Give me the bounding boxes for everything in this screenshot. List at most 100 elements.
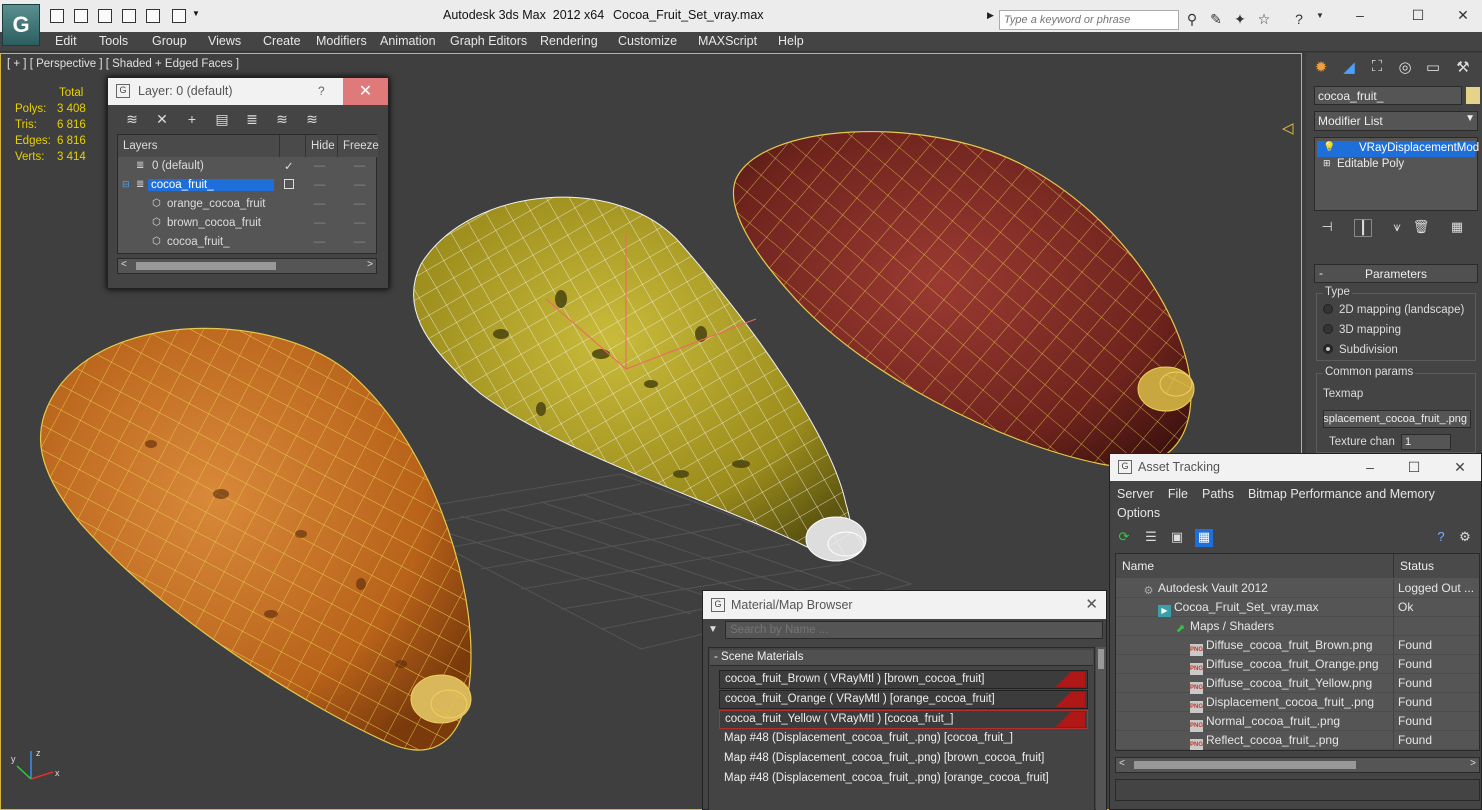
texmap-button[interactable]: Displacement_cocoa_fruit_.png) [1323,410,1471,428]
redo-icon[interactable] [146,9,160,23]
parameters-rollout-header[interactable]: - Parameters [1314,264,1478,283]
asset-row[interactable]: PNG Diffuse_cocoa_fruit_Brown.png Found [1116,636,1479,656]
display-tab-icon[interactable]: ▭ [1422,58,1444,80]
asset-close-button[interactable]: ✕ [1446,457,1474,477]
map-item[interactable]: Map #48 (Displacement_cocoa_fruit_.png) … [719,750,1088,769]
layers-column-header[interactable]: Layers [118,135,280,157]
scroll-thumb[interactable] [136,262,276,270]
menu-modifiers[interactable]: Modifiers [316,34,367,48]
modifier-stack-item[interactable]: ⊞ Editable Poly [1317,157,1475,173]
asset-row[interactable]: PNG Reflect_cocoa_fruit_.png Found [1116,731,1479,750]
material-close-button[interactable]: ✕ [1085,595,1098,613]
menu-graph-editors[interactable]: Graph Editors [450,34,527,48]
save-file-icon[interactable] [98,9,112,23]
status-column-header[interactable]: Status [1394,554,1479,578]
new-file-icon[interactable] [50,9,64,23]
scene-materials-group-header[interactable]: - Scene Materials [710,650,1093,666]
collapse-icon[interactable]: ⊟ [122,179,130,190]
menu-rendering[interactable]: Rendering [540,34,598,48]
search-input[interactable] [999,10,1179,30]
modifier-list-dropdown[interactable]: Modifier List ▼ [1314,111,1478,131]
quick-access-dropdown-icon[interactable]: ▼ [192,9,202,23]
app-logo-button[interactable]: G [2,4,40,46]
list-view-icon[interactable]: ☰ [1142,529,1160,547]
asset-dialog-title-bar[interactable]: G Asset Tracking – ☐ ✕ [1110,454,1481,481]
menu-maxscript[interactable]: MAXScript [698,34,757,48]
menu-customize[interactable]: Customize [618,34,677,48]
select-objects-icon[interactable]: ▤ [213,111,231,127]
name-column-header[interactable]: Name [1116,554,1394,578]
asset-row[interactable]: ⬈ Maps / Shaders [1116,617,1479,636]
refresh-icon[interactable]: ⟳ [1115,529,1133,547]
show-end-result-icon[interactable]: ┃ [1354,219,1372,237]
vault-settings-icon[interactable]: ⚙ [1456,529,1474,547]
asset-row[interactable]: PNG Diffuse_cocoa_fruit_Orange.png Found [1116,655,1479,675]
asset-horizontal-scrollbar[interactable]: < > [1115,757,1480,773]
tools-icon[interactable]: ✎ [1207,11,1225,29]
material-dialog-title-bar[interactable]: G Material/Map Browser ✕ [703,591,1106,619]
scroll-right-button[interactable]: > [367,259,373,270]
orange-cocoa-fruit[interactable] [39,327,472,751]
viewport-label[interactable]: [ + ] [ Perspective ] [ Shaded + Edged F… [7,58,239,70]
asset-menu-paths[interactable]: Paths [1202,487,1234,501]
layer-horizontal-scrollbar[interactable]: < > [117,258,377,274]
search-expand-icon[interactable]: ▶ [987,10,997,30]
minimize-button[interactable]: – [1345,4,1375,26]
radio-2d-mapping[interactable]: 2D mapping (landscape) [1323,304,1464,316]
asset-row[interactable]: PNG Normal_cocoa_fruit_.png Found [1116,712,1479,732]
scroll-thumb[interactable] [1134,761,1356,769]
utilities-tab-icon[interactable]: ⚒ [1452,58,1474,80]
modifier-stack-item[interactable]: 💡 VRayDisplacementMod [1317,141,1479,157]
material-item[interactable]: cocoa_fruit_Orange ( VRayMtl ) [orange_c… [719,690,1088,709]
asset-menu-options[interactable]: Options [1117,506,1160,520]
configure-modifier-sets-icon[interactable]: ▦ [1448,219,1466,237]
panel-collapse-arrow-icon[interactable] [1281,123,1294,135]
binoculars-icon[interactable]: ⚲ [1183,11,1201,29]
layer-object-row[interactable]: ⬡ cocoa_fruit_ — — [118,234,376,253]
make-active-icon[interactable] [284,179,294,189]
layer-close-button[interactable]: ✕ [343,78,388,105]
thumbnail-view-icon[interactable]: ▣ [1168,529,1186,547]
open-file-icon[interactable] [74,9,88,23]
close-button[interactable]: ✕ [1448,4,1478,26]
asset-menu-bitmap-performance[interactable]: Bitmap Performance and Memory [1248,487,1435,501]
browser-options-dropdown-icon[interactable]: ▼ [708,624,718,635]
menu-help[interactable]: Help [778,34,804,48]
radio-3d-mapping[interactable]: 3D mapping [1323,324,1401,336]
scroll-left-button[interactable]: < [121,259,127,270]
freeze-all-layers-icon[interactable]: ≋ [303,111,321,127]
layer-object-row[interactable]: ⬡ orange_cocoa_fruit — — [118,196,376,215]
scroll-right-button[interactable]: > [1470,758,1476,769]
map-item[interactable]: Map #48 (Displacement_cocoa_fruit_.png) … [719,770,1088,789]
help-dropdown-icon[interactable]: ▼ [1311,11,1329,29]
undo-icon[interactable] [122,9,136,23]
freeze-toggle[interactable]: — [354,217,366,229]
layer-dialog-title-bar[interactable]: G Layer: 0 (default) ? ✕ [108,78,388,105]
highlight-layer-icon[interactable]: ≣ [243,111,261,127]
light-bulb-icon[interactable]: 💡 [1323,142,1335,153]
material-search-input[interactable] [725,621,1103,639]
modify-tab-icon[interactable]: ◢ [1338,58,1360,80]
add-to-layer-icon[interactable]: + [183,111,201,127]
expand-plus-icon[interactable]: ⊞ [1323,158,1331,169]
material-item[interactable]: cocoa_fruit_Brown ( VRayMtl ) [brown_coc… [719,670,1088,689]
layer-row[interactable]: ≣ 0 (default) ✓ — — [118,158,376,177]
pin-stack-icon[interactable]: ⊣ [1318,219,1336,237]
project-folder-icon[interactable] [172,9,186,23]
asset-row[interactable]: ▶ Cocoa_Fruit_Set_vray.max Ok [1116,598,1479,617]
asset-maximize-button[interactable]: ☐ [1400,457,1428,477]
hide-all-layers-icon[interactable]: ≋ [273,111,291,127]
layer-help-button[interactable]: ? [318,84,325,98]
asset-menu-file[interactable]: File [1168,487,1188,501]
table-view-icon[interactable]: ▦ [1195,529,1213,547]
subscription-icon[interactable]: ✦ [1231,11,1249,29]
menu-create[interactable]: Create [263,34,301,48]
radio-button-selected[interactable] [1323,344,1333,354]
freeze-toggle[interactable]: — [354,198,366,210]
radio-subdivision[interactable]: Subdivision [1323,344,1398,356]
freeze-column-header[interactable]: Freeze [338,135,379,157]
freeze-toggle[interactable]: — [354,160,366,172]
asset-minimize-button[interactable]: – [1356,457,1384,477]
hide-toggle[interactable]: — [314,179,326,191]
hide-toggle[interactable]: — [314,236,326,248]
